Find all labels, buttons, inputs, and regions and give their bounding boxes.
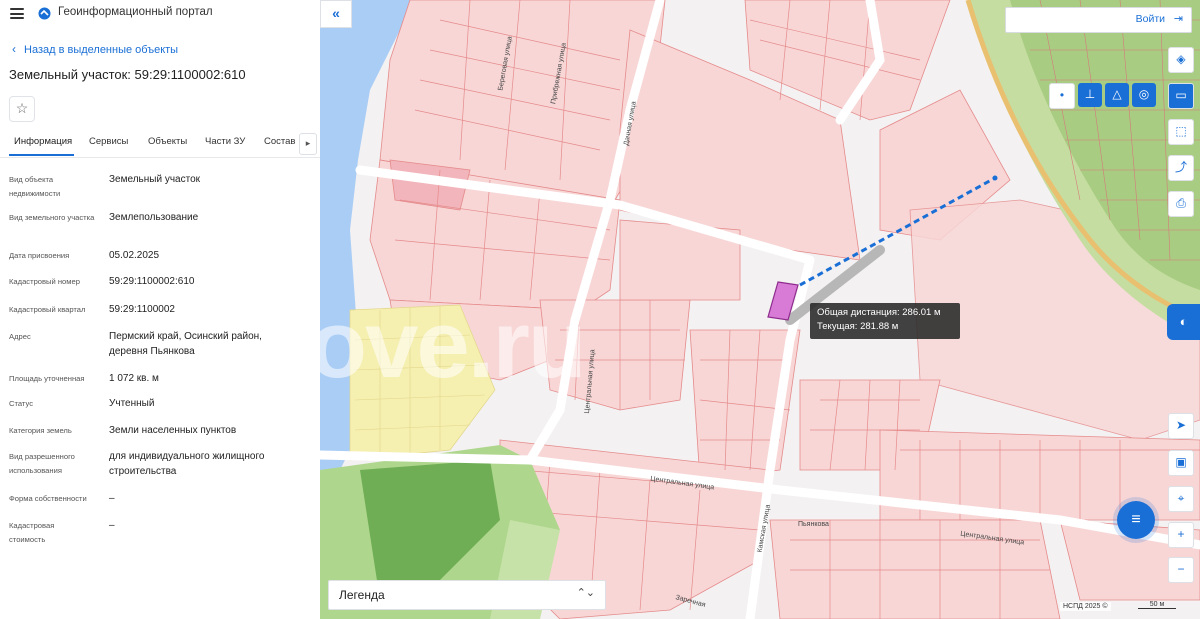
row-value: 59:29:1100002 (109, 304, 175, 315)
object-title: Земельный участок: 59:29:1100002:610 (9, 67, 246, 82)
row-label: Кадастровая стоимость (9, 521, 55, 544)
collapse-panel-button[interactable]: « (320, 0, 352, 28)
tab-composition[interactable]: Состав (264, 136, 295, 147)
portal-logo-icon (38, 7, 51, 20)
row-value: Пермский край, Осинский район, деревня П… (109, 331, 262, 357)
login-arrow-icon: ⇥ (1173, 13, 1183, 25)
zoom-in-icon[interactable]: + (1168, 522, 1194, 548)
total-distance: Общая дистанция: 286.01 м (817, 307, 941, 318)
info-panel: Геоинформационный портал ‹ Назад в выделе… (0, 0, 321, 619)
list-menu-icon[interactable]: ≡ (1117, 501, 1155, 539)
geolocation-icon[interactable]: ⌖ (1168, 486, 1194, 512)
tab-bar: Информация Сервисы Объекты Части ЗУ Сост… (0, 129, 320, 158)
radius-tool-icon[interactable]: ◎ (1132, 83, 1156, 107)
top-bar: Геоинформационный портал (0, 0, 320, 28)
print-icon[interactable]: ⎙ (1168, 191, 1194, 217)
legend-select[interactable]: Легенда ⌃⌄ (328, 580, 606, 610)
row-value: 1 072 кв. м (109, 373, 159, 384)
row-label: Дата присвоения (9, 251, 70, 260)
current-distance: Текущая: 281.88 м (817, 321, 899, 332)
row-value: Земельный участок (109, 174, 201, 185)
tab-parts[interactable]: Части ЗУ (205, 136, 245, 147)
tab-services[interactable]: Сервисы (89, 136, 128, 147)
chevron-updown-icon: ⌃⌄ (576, 587, 595, 599)
back-link[interactable]: ‹ Назад в выделенные объекты (12, 42, 178, 56)
side-panel-toggle-icon[interactable]: ◐ (1167, 304, 1200, 340)
login-button[interactable]: Войти ⇥ (1005, 7, 1192, 33)
row-label: Вид объекта недвижимости (9, 175, 61, 198)
row-label: Адрес (9, 332, 31, 341)
navigate-icon[interactable]: ➤ (1168, 413, 1194, 439)
map-view[interactable]: move.ru Береговая улица Прибрежная улица… (320, 0, 1200, 619)
legend-label: Легенда (339, 588, 385, 602)
row-value: 59:29:1100002:610 (109, 276, 195, 287)
measure-toggle-icon[interactable]: ▭ (1168, 83, 1194, 109)
row-label: Площадь уточненная (9, 374, 85, 383)
row-label: Вид разрешенного использования (9, 452, 75, 475)
row-label: Форма собственности (9, 494, 87, 503)
login-label: Войти (1135, 13, 1165, 25)
street-label: Пьянкова (798, 521, 829, 528)
layers-icon[interactable]: ◈ (1168, 47, 1194, 73)
select-area-icon[interactable]: ⬚ (1168, 119, 1194, 145)
row-label: Кадастровый квартал (9, 305, 86, 314)
measurement-point (992, 175, 998, 181)
row-label: Кадастровый номер (9, 277, 80, 286)
favorite-star-icon[interactable]: ☆ (9, 96, 35, 122)
row-value: Землепользование (109, 212, 199, 223)
tab-information[interactable]: Информация (14, 136, 72, 147)
share-icon[interactable]: ⤴ (1168, 155, 1194, 181)
row-value: – (109, 493, 115, 504)
row-label: Статус (9, 399, 34, 408)
distance-tooltip: Общая дистанция: 286.01 м Текущая: 281.8… (810, 303, 960, 339)
row-value: для индивидуального жилищного строительс… (109, 451, 265, 477)
row-value: Учтенный (109, 398, 155, 409)
app-title: Геоинформационный портал (58, 6, 213, 18)
ruler-tool-icon[interactable]: ⊥ (1078, 83, 1102, 107)
row-value: Земли населенных пунктов (109, 425, 237, 436)
basemap-icon[interactable]: ▣ (1168, 450, 1194, 476)
area-tool-icon[interactable]: △ (1105, 83, 1129, 107)
row-value: – (109, 520, 115, 531)
chevron-left-icon: ‹ (12, 42, 16, 56)
row-label: Вид земельного участка (9, 213, 95, 222)
scale-bar: 50 м (1138, 601, 1176, 609)
tabs-scroll-right-icon[interactable]: ▸ (299, 133, 317, 155)
tab-objects[interactable]: Объекты (148, 136, 187, 147)
copyright: НСПД 2025 © (1060, 602, 1111, 611)
zoom-out-icon[interactable]: − (1168, 557, 1194, 583)
active-tab-indicator (9, 154, 74, 156)
back-link-label: Назад в выделенные объекты (24, 44, 179, 56)
row-label: Категория земель (9, 426, 72, 435)
point-tool-icon[interactable]: • (1049, 83, 1075, 109)
menu-icon[interactable] (10, 8, 24, 19)
row-value: 05.02.2025 (109, 250, 160, 261)
